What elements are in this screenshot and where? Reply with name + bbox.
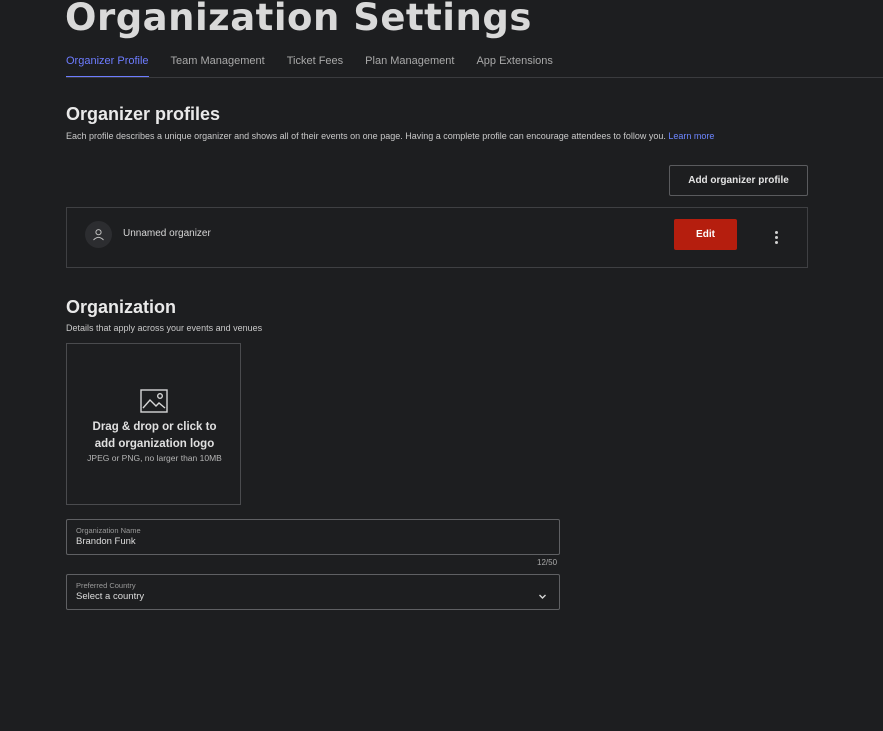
- preferred-country-label: Preferred Country: [76, 581, 136, 590]
- organization-name-field[interactable]: Organization Name Brandon Funk: [66, 519, 560, 555]
- organizer-profiles-description-text: Each profile describes a unique organize…: [66, 131, 666, 141]
- organization-name-value: Brandon Funk: [76, 536, 136, 547]
- add-organizer-profile-button[interactable]: Add organizer profile: [669, 165, 808, 196]
- learn-more-link[interactable]: Learn more: [668, 131, 714, 141]
- preferred-country-select[interactable]: Preferred Country Select a country: [66, 574, 560, 610]
- organizer-profiles-title: Organizer profiles: [66, 104, 221, 124]
- tab-organizer-profile[interactable]: Organizer Profile: [66, 52, 149, 77]
- kebab-menu-icon[interactable]: [770, 228, 782, 246]
- organizer-name: Unnamed organizer: [123, 228, 211, 239]
- organization-description: Details that apply across your events an…: [66, 323, 263, 333]
- preferred-country-value: Select a country: [76, 591, 145, 602]
- edit-profile-button[interactable]: Edit: [674, 219, 737, 250]
- tab-plan-management[interactable]: Plan Management: [365, 52, 454, 77]
- organization-settings-page: Organization Settings Organizer Profile …: [0, 0, 883, 731]
- organization-name-label: Organization Name: [76, 526, 141, 535]
- logo-upload-title-line1: Drag & drop or click to: [92, 421, 217, 433]
- logo-upload-hint: JPEG or PNG, no larger than 10MB: [87, 453, 222, 463]
- organization-title: Organization: [66, 297, 177, 317]
- logo-upload-dropzone[interactable]: Drag & drop or click to add organization…: [66, 343, 241, 505]
- tab-app-extensions[interactable]: App Extensions: [476, 52, 552, 77]
- settings-tabs: Organizer Profile Team Management Ticket…: [66, 52, 575, 77]
- chevron-down-icon: [538, 587, 547, 605]
- page-title: Organization Settings: [65, 0, 532, 39]
- character-count: 12/50: [537, 558, 558, 567]
- user-icon: [85, 221, 112, 248]
- logo-upload-title-line2: add organization logo: [94, 438, 215, 450]
- image-icon: [140, 389, 168, 418]
- tab-team-management[interactable]: Team Management: [171, 52, 265, 77]
- tabs-divider: [66, 77, 883, 78]
- logo-upload-title: Drag & drop or click to add organization…: [67, 419, 242, 453]
- tab-ticket-fees[interactable]: Ticket Fees: [287, 52, 343, 77]
- organizer-profiles-description: Each profile describes a unique organize…: [66, 131, 714, 141]
- organizer-profile-card: Unnamed organizer Edit: [66, 207, 808, 268]
